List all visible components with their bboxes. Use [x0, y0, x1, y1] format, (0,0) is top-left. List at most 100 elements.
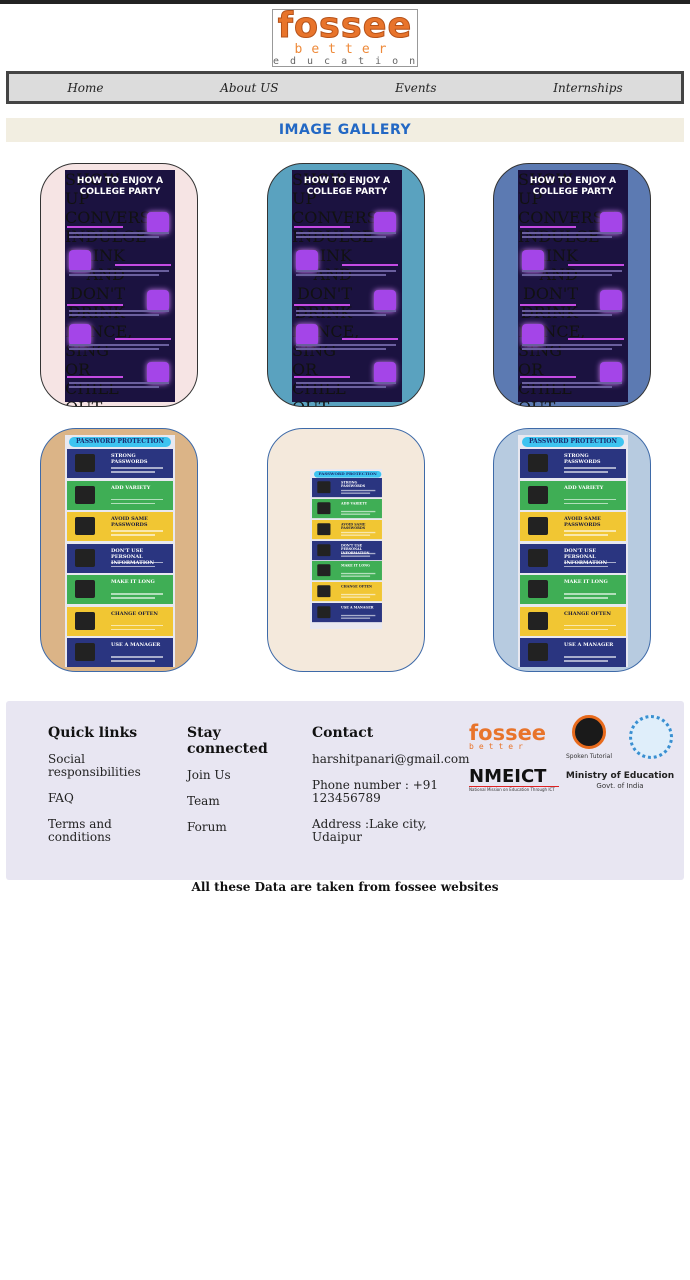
- tip-illustration-icon: [75, 580, 95, 598]
- tip-illustration-icon: [317, 585, 331, 598]
- section-illustration-icon: [296, 324, 318, 346]
- link-join-us[interactable]: Join Us: [187, 769, 287, 782]
- tip-label: STRONG PASSWORDS: [564, 453, 601, 465]
- gallery-title: IMAGE GALLERY: [6, 118, 684, 142]
- footer: Quick links Social responsibilities FAQ …: [6, 701, 684, 880]
- tip-text-line: [341, 596, 371, 598]
- tip-text-line: [341, 614, 376, 616]
- data-credit: All these Data are taken from fossee web…: [191, 880, 499, 894]
- section-text-line: [69, 310, 169, 312]
- section-text-line: [69, 270, 169, 272]
- section-text-line: [296, 270, 396, 272]
- password-tip-row: MAKE IT LONG: [520, 575, 626, 604]
- section-text-line: [69, 232, 169, 234]
- password-tip-row: AVOID SAME PASSWORDS: [520, 512, 626, 541]
- contact-address: Address :Lake city, Udaipur: [312, 817, 427, 844]
- section-illustration-icon: [374, 212, 396, 234]
- quick-links-column: Quick links Social responsibilities FAQ …: [48, 725, 168, 857]
- section-divider: [342, 264, 398, 266]
- tip-text-line: [341, 513, 371, 515]
- password-tip-row: STRONG PASSWORDS: [520, 449, 626, 478]
- link-team[interactable]: Team: [187, 795, 287, 808]
- tip-illustration-icon: [75, 517, 95, 535]
- nav-events[interactable]: Events: [395, 81, 436, 95]
- stay-connected-column: Stay connected Join Us Team Forum: [187, 725, 287, 847]
- footer-fossee-logo[interactable]: fossee better: [469, 723, 555, 757]
- college-party-poster: HOW TO ENJOY A COLLEGE PARTY SHOW UP CONVE…: [292, 170, 402, 406]
- link-faq[interactable]: FAQ: [48, 792, 168, 805]
- nmeict-logo[interactable]: NMEICT National Mission on Education Thr…: [469, 768, 559, 792]
- tip-label: ADD VARIETY: [341, 501, 367, 506]
- section-text-line: [522, 344, 622, 346]
- section-divider: [294, 304, 350, 306]
- tip-text-line: [341, 594, 376, 596]
- logo-word: fossee: [277, 6, 413, 46]
- link-social-responsibilities[interactable]: Social responsibilities: [48, 753, 168, 779]
- tip-text-line: [111, 597, 155, 599]
- section-divider: [294, 226, 350, 228]
- tip-text-line: [564, 530, 616, 532]
- fossee-logo[interactable]: fossee better education: [272, 6, 418, 67]
- section-divider: [342, 338, 398, 340]
- contact-email[interactable]: harshitpanari@gmail.com: [312, 753, 470, 766]
- tip-illustration-icon: [75, 611, 95, 630]
- tip-text-line: [111, 471, 155, 473]
- tip-text-line: [564, 561, 616, 563]
- gallery-card[interactable]: PASSWORD PROTECTION STRONG PASSWORDS ADD V…: [493, 428, 651, 672]
- section-text-line: [522, 310, 622, 312]
- tip-text-line: [341, 531, 376, 533]
- tip-illustration-icon: [317, 564, 331, 577]
- section-text-line: [522, 236, 612, 238]
- moe-line1: Ministry of Education: [565, 771, 675, 781]
- section-text-line: [69, 386, 159, 388]
- nmeict-sub: National Mission on Education Through IC…: [469, 786, 559, 792]
- tip-label: STRONG PASSWORDS: [111, 453, 148, 465]
- tip-label: ADD VARIETY: [111, 484, 151, 491]
- nav-about-us[interactable]: About US: [220, 81, 278, 95]
- tip-text-line: [564, 534, 608, 536]
- tip-text-line: [564, 471, 608, 473]
- tip-text-line: [564, 656, 616, 658]
- tip-text-line: [564, 467, 616, 469]
- section-divider: [67, 376, 123, 378]
- nav-internships[interactable]: Internships: [553, 81, 622, 95]
- link-terms[interactable]: Terms and conditions: [48, 818, 168, 844]
- tip-illustration-icon: [528, 454, 548, 472]
- section-divider: [294, 376, 350, 378]
- password-tip-row: USE A MANAGER: [520, 638, 626, 667]
- gallery-card[interactable]: HOW TO ENJOY A COLLEGE PARTY SHOW UP CONVE…: [40, 163, 198, 407]
- section-text-line: [296, 274, 386, 276]
- spoken-tutorial-logo[interactable]: Spoken Tutorial: [565, 715, 613, 760]
- password-protection-poster: PASSWORD PROTECTION STRONG PASSWORDS ADD V…: [65, 435, 175, 667]
- gallery-card[interactable]: HOW TO ENJOY A COLLEGE PARTY SHOW UP CONVE…: [267, 163, 425, 407]
- section-text-line: [522, 232, 622, 234]
- tip-label: ADD VARIETY: [564, 484, 604, 491]
- section-text-line: [296, 344, 396, 346]
- section-text-line: [296, 232, 396, 234]
- password-tip-row: MAKE IT LONG: [312, 561, 382, 581]
- section-illustration-icon: [69, 324, 91, 346]
- gallery-card[interactable]: PASSWORD PROTECTION STRONG PASSWORDS ADD V…: [267, 428, 425, 672]
- password-tip-row: MAKE IT LONG: [67, 575, 173, 604]
- section-divider: [115, 264, 171, 266]
- tip-text-line: [111, 467, 163, 469]
- tip-text-line: [341, 552, 376, 554]
- tip-text-line: [341, 510, 376, 512]
- tip-text-line: [564, 660, 608, 662]
- gallery-card[interactable]: PASSWORD PROTECTION STRONG PASSWORDS ADD V…: [40, 428, 198, 672]
- gallery-card[interactable]: HOW TO ENJOY A COLLEGE PARTY SHOW UP CONVE…: [493, 163, 651, 407]
- iit-bombay-emblem-icon[interactable]: [629, 715, 673, 759]
- tip-label: USE A MANAGER: [341, 605, 374, 610]
- link-forum[interactable]: Forum: [187, 821, 287, 834]
- password-tip-row: STRONG PASSWORDS: [67, 449, 173, 478]
- tip-text-line: [564, 597, 608, 599]
- ministry-of-education-logo[interactable]: Ministry of Education Govt. of India: [565, 771, 675, 791]
- tip-text-line: [111, 593, 163, 595]
- nav-home[interactable]: Home: [67, 81, 103, 95]
- tip-text-line: [564, 498, 616, 500]
- quick-links-title: Quick links: [48, 725, 138, 741]
- section-illustration-icon: [147, 362, 169, 384]
- tip-text-line: [341, 492, 371, 494]
- section-illustration-icon: [600, 362, 622, 384]
- password-tip-row: ADD VARIETY: [312, 499, 382, 519]
